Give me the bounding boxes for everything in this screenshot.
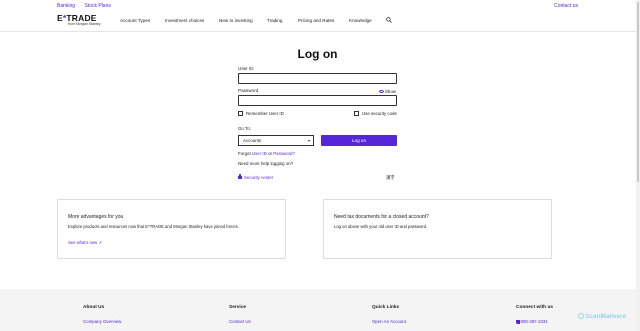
forgot-prefix: Forgot <box>238 151 251 156</box>
footer-link-open-account[interactable]: Open An Account <box>372 319 406 324</box>
show-password-toggle[interactable]: Show <box>379 89 396 94</box>
scrollbar-thumb[interactable] <box>637 2 639 182</box>
goto-label: Go To: <box>238 126 251 131</box>
arrow-right-icon: ↗ <box>98 240 102 245</box>
tax-documents-card: Need tax documents for a closed account?… <box>323 199 552 259</box>
search-icon[interactable] <box>386 17 392 23</box>
forgot-user-id-link[interactable]: User ID <box>252 151 267 156</box>
contact-us-link[interactable]: Contact us <box>554 3 578 9</box>
password-label: Password <box>238 88 259 93</box>
tax-documents-body: Log on above with your old user ID and p… <box>334 224 428 229</box>
password-field[interactable] <box>238 95 397 106</box>
security-code-label: Use security code <box>362 111 397 116</box>
advantages-body: Explore products and resources now that … <box>68 224 239 229</box>
footer-heading-about: About Us <box>83 305 105 310</box>
goto-selected-value: Accounts <box>243 138 262 143</box>
footer-col-about: About Us Company Overview <box>83 305 121 324</box>
footer-heading-service: Service <box>229 305 247 310</box>
footer-heading-quick-links: Quick Links <box>372 305 400 310</box>
forgot-line: Forgot User ID or Password? <box>238 151 295 156</box>
lock-icon <box>238 173 242 179</box>
user-id-label: User ID <box>238 66 254 71</box>
footer-col-quick-links: Quick Links Open An Account <box>372 305 406 324</box>
nav-account-types[interactable]: Account Types <box>120 18 150 23</box>
language-link[interactable]: 漢字 <box>386 175 395 181</box>
user-id-field[interactable] <box>238 73 397 84</box>
footer-phone-number: 800-387-2331 <box>520 319 548 324</box>
forgot-or: or <box>268 151 272 156</box>
footer-link-company-overview[interactable]: Company Overview <box>83 319 121 324</box>
remember-user-id-label: Remember User ID <box>246 111 284 116</box>
nav-investment-choices[interactable]: Investment choices <box>165 18 204 23</box>
banking-link[interactable]: Banking <box>57 3 75 9</box>
footer-col-service: Service Contact Us <box>229 305 251 324</box>
chevron-down-icon <box>308 139 310 142</box>
brand-wordmark: E*TRADE <box>57 13 105 23</box>
brand-subtitle: from Morgan Stanley <box>68 22 101 26</box>
nav-knowledge[interactable]: Knowledge <box>349 18 372 23</box>
remember-user-id-checkbox[interactable] <box>238 111 243 116</box>
page-title: Log on <box>297 47 338 61</box>
footer-link-contact-us[interactable]: Contact Us <box>229 319 251 324</box>
see-whats-new-label: See what's new <box>68 240 98 245</box>
footer-heading-connect: Connect with us <box>516 305 554 310</box>
nav-pricing-and-rates[interactable]: Pricing and Rates <box>298 18 334 23</box>
watermark-icon <box>578 313 584 320</box>
eye-icon <box>379 90 384 94</box>
show-label: Show <box>385 89 396 94</box>
site-header: E*TRADE from Morgan Stanley Account Type… <box>0 12 636 31</box>
stock-plans-link[interactable]: Stock Plans <box>84 3 110 9</box>
brand-star-icon: * <box>62 13 67 23</box>
utility-links-left: Banking Stock Plans <box>57 3 119 9</box>
watermark-text: ScanMalware <box>585 313 627 320</box>
footer-col-connect: Connect with us 800-387-2331 <box>516 305 553 324</box>
logon-button[interactable]: Log on <box>321 135 397 146</box>
security-center-label: Security center <box>244 175 274 180</box>
site-footer: About Us Company Overview Service Contac… <box>0 289 636 331</box>
etrade-logo[interactable]: E*TRADE from Morgan Stanley <box>57 14 105 28</box>
help-logging-on-link[interactable]: Need more help logging on? <box>238 161 293 166</box>
security-center-link[interactable]: Security center <box>238 173 274 180</box>
goto-select[interactable]: Accounts <box>238 135 314 146</box>
header-divider <box>0 31 636 32</box>
phone-icon <box>516 320 520 324</box>
see-whats-new-link[interactable]: See what's new ↗ <box>68 240 102 245</box>
scanmalware-watermark: ScanMalware <box>578 313 626 320</box>
advantages-card: More advantages for you Explore products… <box>57 199 286 259</box>
tax-documents-heading: Need tax documents for a closed account? <box>334 214 429 220</box>
page-scrollbar[interactable] <box>636 0 640 331</box>
advantages-heading: More advantages for you <box>68 214 124 220</box>
security-code-checkbox[interactable] <box>354 111 359 116</box>
footer-phone-link[interactable]: 800-387-2331 <box>516 319 553 324</box>
nav-new-to-investing[interactable]: New to investing <box>219 18 253 23</box>
forgot-password-link[interactable]: Password? <box>273 151 295 156</box>
nav-trading[interactable]: Trading <box>267 18 282 23</box>
